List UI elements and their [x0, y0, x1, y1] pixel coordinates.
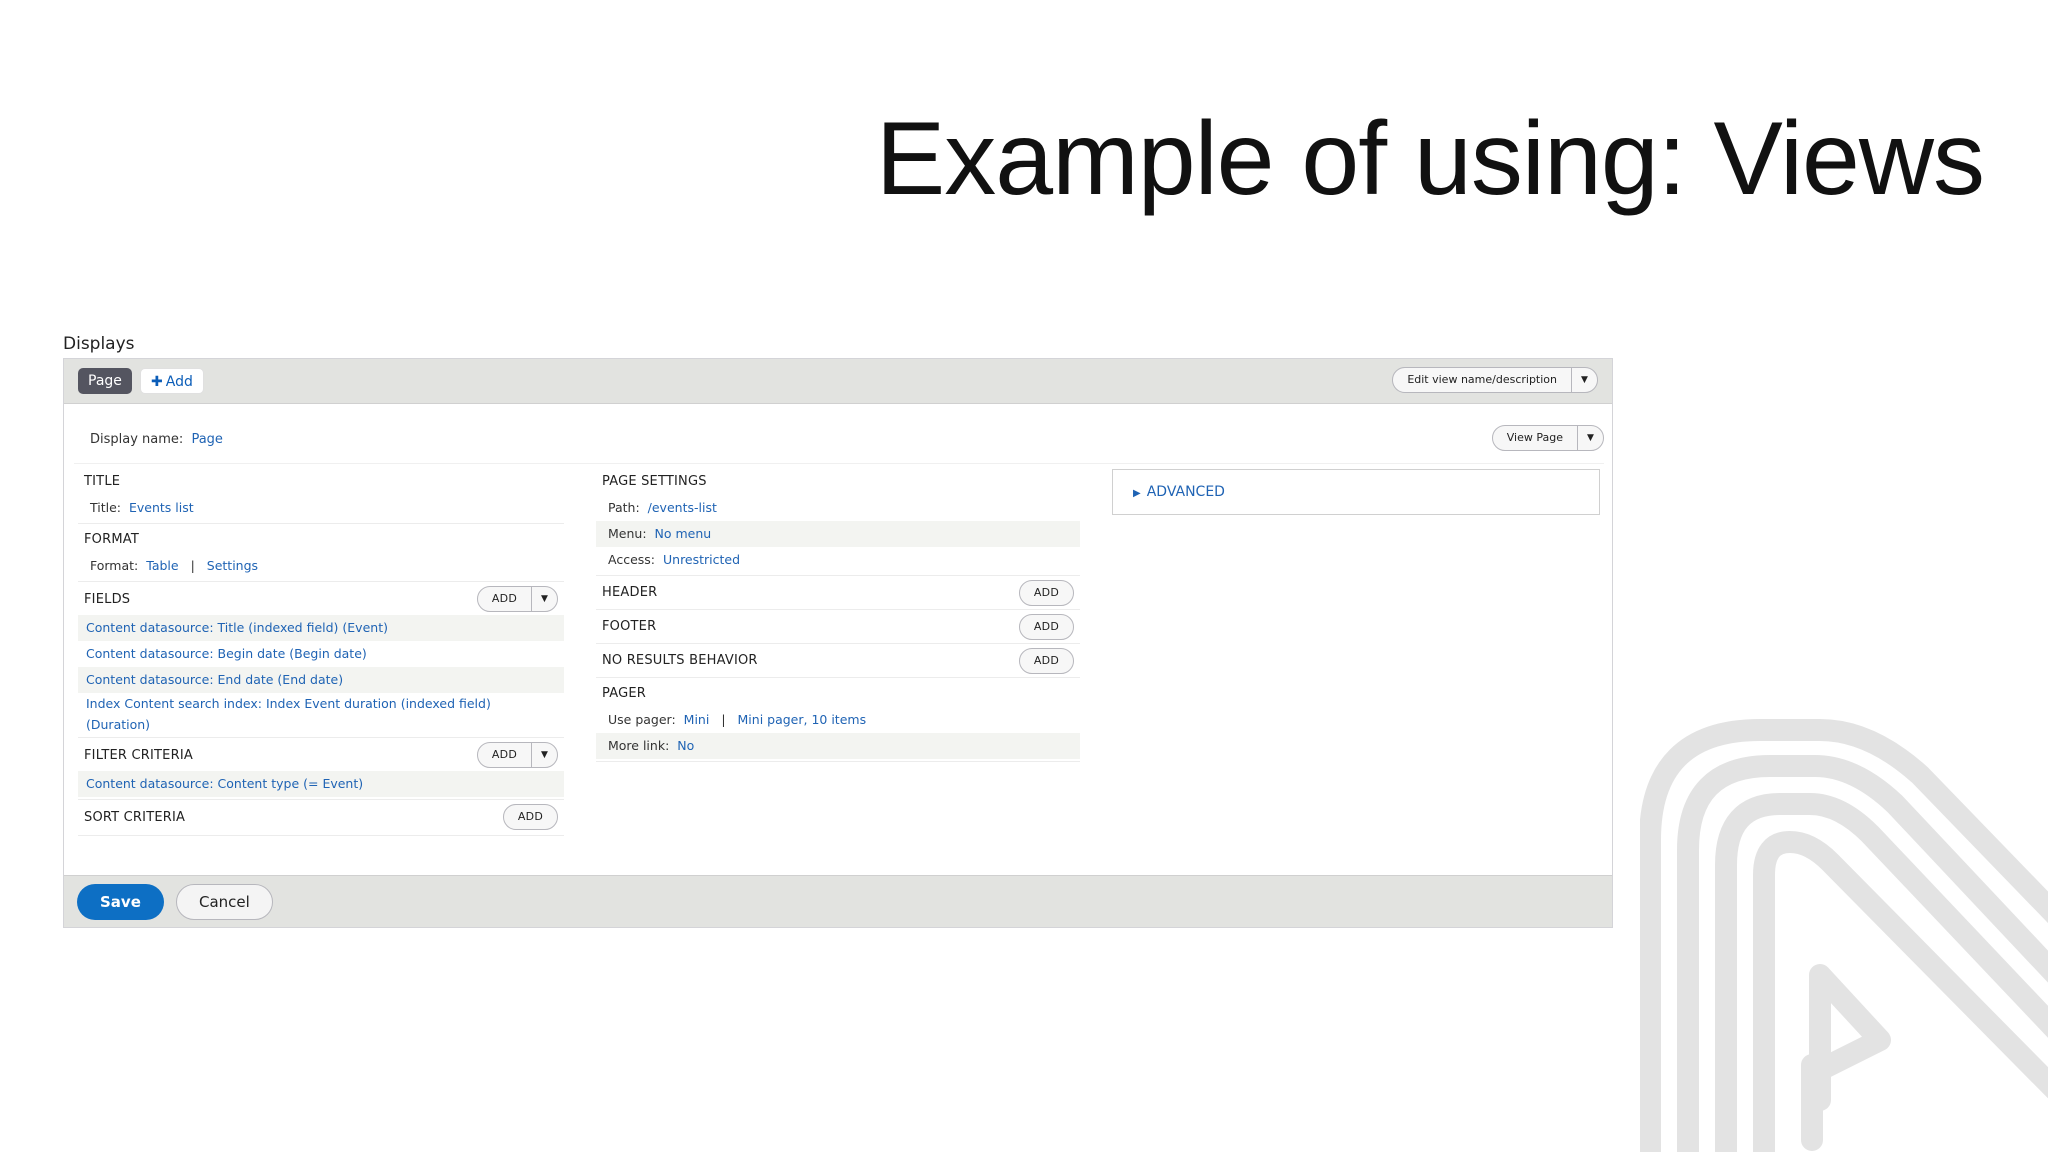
add-display-button[interactable]: ✚ Add [140, 368, 204, 394]
field-item[interactable]: Content datasource: Begin date (Begin da… [78, 641, 564, 667]
title-label: Title: [90, 500, 121, 515]
path-row: Path: /events-list [596, 495, 1080, 521]
triangle-right-icon: ▶ [1133, 488, 1141, 499]
title-section-header: Title [84, 474, 121, 489]
field-item[interactable]: Content datasource: Title (indexed field… [78, 615, 564, 641]
format-section-header: Format [84, 532, 139, 547]
menu-label: Menu: [608, 526, 647, 541]
brand-logo-icon [1640, 719, 2048, 1152]
title-row: Title: Events list [78, 495, 564, 521]
displays-label: Displays [63, 334, 135, 354]
format-label: Format: [90, 558, 139, 573]
pager-header: Pager [602, 686, 646, 701]
display-header: Display name: Page View Page ▼ [74, 414, 1604, 464]
filter-section-header: Filter criteria Add ▼ [78, 741, 564, 771]
footer-section-header: Footer Add [596, 613, 1080, 641]
pager-section: Pager Use pager: Mini | Mini pager, 10 i… [596, 681, 1080, 762]
fields-section-header: Fields Add ▼ [78, 585, 564, 615]
filter-add-button[interactable]: Add [478, 743, 531, 767]
format-section: Format Format: Table | Settings [78, 527, 564, 582]
footer-section-label: Footer [602, 619, 657, 634]
header-section-header: Header Add [596, 579, 1080, 607]
left-column: Title Title: Events list Format Format: … [78, 469, 564, 839]
no-results-add-button[interactable]: Add [1018, 648, 1074, 674]
footer-add-button[interactable]: Add [1018, 614, 1074, 640]
use-pager-label: Use pager: [608, 712, 676, 727]
field-item[interactable]: Index Content search index: Index Event … [78, 693, 564, 735]
separator: | [190, 558, 195, 573]
pager-detail-link[interactable]: Mini pager, 10 items [738, 712, 867, 727]
no-results-header: No results behavior Add [596, 647, 1080, 675]
filter-header-label: Filter criteria [84, 748, 193, 763]
access-row: Access: Unrestricted [596, 547, 1080, 573]
no-results-label: No results behavior [602, 653, 758, 668]
format-row: Format: Table | Settings [78, 553, 564, 579]
use-pager-row: Use pager: Mini | Mini pager, 10 items [596, 707, 1080, 733]
more-link-label: More link: [608, 738, 670, 753]
form-actions-bar: Save Cancel [64, 875, 1612, 927]
slide-title: Example of using: Views [875, 101, 1985, 217]
menu-value-link[interactable]: No menu [655, 526, 712, 541]
field-item[interactable]: Content datasource: End date (End date) [78, 667, 564, 693]
display-tabs-bar: Page ✚ Add Edit view name/description ▼ [64, 359, 1612, 404]
advanced-label: Advanced [1146, 484, 1225, 500]
header-add-button[interactable]: Add [1018, 580, 1074, 606]
advanced-toggle[interactable]: ▶ Advanced [1112, 469, 1600, 515]
sort-section: Sort criteria Add [78, 803, 564, 836]
filter-section: Filter criteria Add ▼ Content datasource… [78, 741, 564, 800]
chevron-down-icon[interactable]: ▼ [1571, 368, 1597, 392]
header-section-label: Header [602, 585, 658, 600]
views-ui-panel: Page ✚ Add Edit view name/description ▼ D… [63, 358, 1613, 928]
edit-view-dropbutton: Edit view name/description ▼ [1392, 367, 1598, 393]
display-name-link[interactable]: Page [191, 432, 222, 447]
display-name: Display name: Page [90, 432, 223, 447]
format-value-link[interactable]: Table [146, 558, 178, 573]
footer-section: Footer Add [596, 613, 1080, 644]
separator: | [721, 712, 726, 727]
page-settings-section: Page settings Path: /events-list Menu: N… [596, 469, 1080, 576]
use-pager-value-link[interactable]: Mini [684, 712, 710, 727]
access-value-link[interactable]: Unrestricted [663, 552, 740, 567]
path-label: Path: [608, 500, 640, 515]
filter-item[interactable]: Content datasource: Content type (= Even… [78, 771, 564, 797]
plus-icon: ✚ [151, 374, 163, 390]
page-settings-header: Page settings [602, 474, 707, 489]
more-link-row: More link: No [596, 733, 1080, 759]
middle-column: Page settings Path: /events-list Menu: N… [596, 469, 1080, 765]
display-name-label: Display name: [90, 432, 184, 447]
title-section: Title Title: Events list [78, 469, 564, 524]
chevron-down-icon[interactable]: ▼ [531, 743, 557, 767]
access-label: Access: [608, 552, 656, 567]
menu-row: Menu: No menu [596, 521, 1080, 547]
path-value-link[interactable]: /events-list [648, 500, 717, 515]
view-page-button[interactable]: View Page [1493, 426, 1577, 450]
cancel-button[interactable]: Cancel [176, 884, 273, 920]
title-value-link[interactable]: Events list [129, 500, 194, 515]
chevron-down-icon[interactable]: ▼ [531, 587, 557, 611]
filter-add-dropbutton: Add ▼ [476, 742, 558, 768]
tab-page[interactable]: Page [78, 368, 132, 394]
add-display-label: Add [165, 374, 193, 390]
fields-add-button[interactable]: Add [478, 587, 531, 611]
header-section: Header Add [596, 579, 1080, 610]
fields-add-dropbutton: Add ▼ [476, 586, 558, 612]
sort-header-label: Sort criteria [84, 810, 186, 825]
more-link-value-link[interactable]: No [677, 738, 694, 753]
edit-view-name-button[interactable]: Edit view name/description [1393, 368, 1571, 392]
chevron-down-icon[interactable]: ▼ [1577, 426, 1603, 450]
sort-section-header: Sort criteria Add [78, 803, 564, 833]
view-page-dropbutton: View Page ▼ [1491, 425, 1604, 451]
fields-section: Fields Add ▼ Content datasource: Title (… [78, 585, 564, 738]
sort-add-button[interactable]: Add [502, 804, 558, 830]
fields-header-label: Fields [84, 592, 131, 607]
save-button[interactable]: Save [77, 884, 164, 920]
format-settings-link[interactable]: Settings [207, 558, 258, 573]
no-results-section: No results behavior Add [596, 647, 1080, 678]
